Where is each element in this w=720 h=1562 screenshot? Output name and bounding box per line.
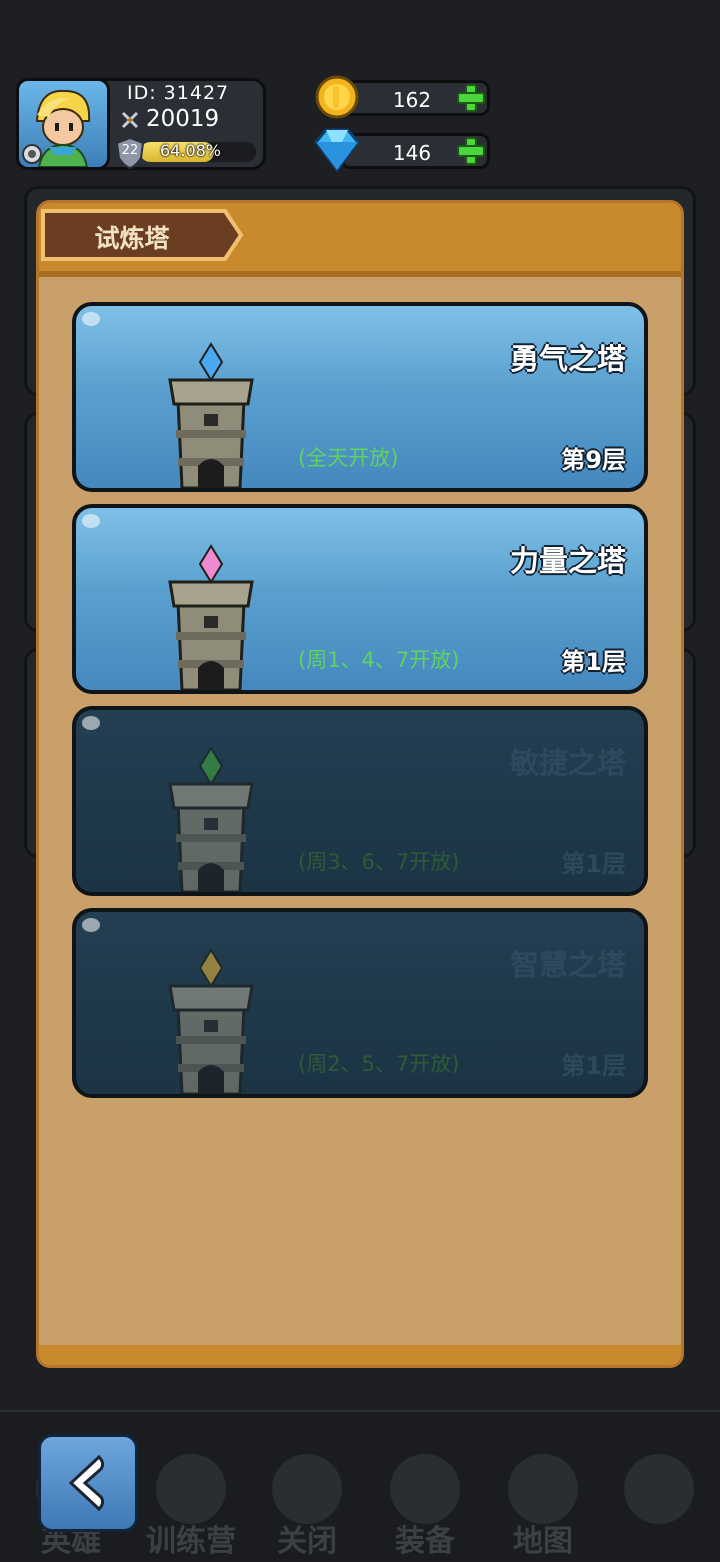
tower-floor: 第1层 — [561, 648, 626, 676]
player-level: 22 — [121, 143, 139, 158]
combat-power: 20019 — [146, 106, 220, 132]
tower-schedule: (周1、4、7开放) — [298, 648, 460, 672]
tower-name: 智慧之塔 — [509, 948, 626, 982]
tower-schedule: (周3、6、7开放) — [298, 850, 460, 874]
crossed-swords-icon — [121, 111, 139, 129]
nav-item-training-camp[interactable]: 训练营 — [136, 1440, 246, 1560]
card-shine — [82, 312, 100, 326]
tower-icon — [168, 342, 254, 488]
tower-floor: 第9层 — [561, 446, 626, 474]
panel-title: 试炼塔 — [94, 224, 170, 253]
gold-coin-icon — [315, 75, 359, 119]
nav-item-map[interactable]: 地图 — [488, 1440, 598, 1560]
tower-schedule: (全天开放) — [298, 446, 399, 470]
tower-icon — [168, 746, 254, 892]
card-shine — [82, 918, 100, 932]
add-gold-button[interactable] — [454, 81, 488, 115]
player-avatar[interactable] — [16, 78, 110, 170]
tower-card[interactable]: 力量之塔 (周1、4、7开放) 第1层 — [72, 504, 648, 694]
add-diamond-button[interactable] — [454, 134, 488, 168]
player-id: ID: 31427 — [127, 82, 230, 104]
back-button[interactable] — [38, 1434, 138, 1532]
nav-item-lock[interactable] — [604, 1440, 714, 1560]
tower-icon — [168, 948, 254, 1094]
map-icon — [508, 1454, 578, 1524]
nav-item-equipment[interactable]: 装备 — [370, 1440, 480, 1560]
nav-label: 关闭 — [277, 1524, 337, 1559]
tower-card: 智慧之塔 (周2、5、7开放) 第1层 — [72, 908, 648, 1098]
equipment-icon — [390, 1454, 460, 1524]
tower-name: 勇气之塔 — [509, 342, 626, 376]
tower-schedule: (周2、5、7开放) — [298, 1052, 460, 1076]
back-arrow-icon — [68, 1454, 105, 1512]
level-progress-text: 64.08% — [160, 141, 222, 160]
tower-card: 敏捷之塔 (周3、6、7开放) 第1层 — [72, 706, 648, 896]
tower-icon — [168, 544, 254, 690]
nav-label: 训练营 — [146, 1524, 236, 1559]
lock-icon — [624, 1454, 694, 1524]
tower-name: 敏捷之塔 — [509, 746, 626, 780]
card-shine — [82, 716, 100, 730]
tower-floor: 第1层 — [561, 1052, 626, 1080]
nav-label: 装备 — [395, 1524, 455, 1559]
tower-card[interactable]: 勇气之塔 (全天开放) 第9层 — [72, 302, 648, 492]
settings-gear-icon[interactable] — [19, 141, 45, 167]
card-shine — [82, 514, 100, 528]
close-icon — [272, 1454, 342, 1524]
tower-name: 力量之塔 — [509, 544, 626, 578]
diamond-amount: 146 — [392, 141, 432, 165]
gold-amount: 162 — [392, 88, 432, 112]
training-camp-icon — [156, 1454, 226, 1524]
panel-footer — [39, 1345, 681, 1365]
diamond-icon — [314, 128, 360, 173]
nav-label: 地图 — [513, 1524, 573, 1559]
tower-floor: 第1层 — [561, 850, 626, 878]
nav-item-close[interactable]: 关闭 — [252, 1440, 362, 1560]
